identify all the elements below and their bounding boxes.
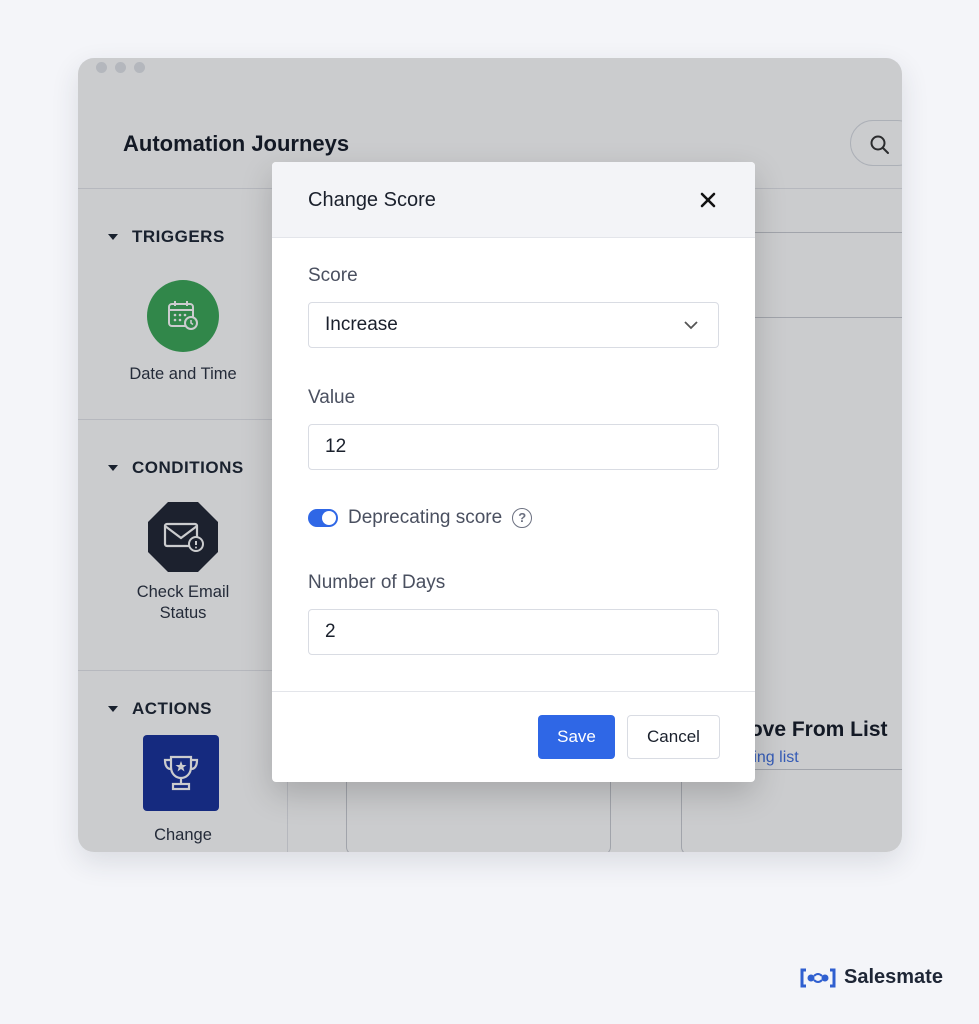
deprecating-score-label: Deprecating score: [348, 507, 503, 528]
deprecating-score-toggle[interactable]: [308, 509, 338, 527]
score-select[interactable]: Increase: [308, 302, 719, 348]
caret-down-icon: [108, 234, 118, 240]
dialog-footer-divider: [272, 691, 755, 692]
search-icon: [870, 135, 889, 154]
close-icon: [700, 192, 716, 208]
trophy-icon[interactable]: [143, 735, 219, 811]
search-button[interactable]: [850, 120, 902, 166]
sidebar-section-actions: ACTIONS Change: [78, 671, 288, 852]
salesmate-logo-icon: [800, 968, 836, 987]
chevron-down-icon: [684, 321, 698, 330]
sidebar-section-conditions: CONDITIONS Check Email Status: [78, 420, 288, 671]
node-title-remove-from-list: nove From List: [737, 718, 888, 741]
dialog-title: Change Score: [308, 189, 436, 211]
sidebar-item-date-and-time: Date and Time: [129, 365, 237, 383]
section-title: TRIGGERS: [132, 227, 225, 246]
dialog-header: Change Score: [272, 162, 755, 238]
deprecating-score-row: Deprecating score ?: [308, 507, 533, 529]
help-icon[interactable]: ?: [512, 508, 533, 528]
caret-down-icon: [108, 706, 118, 712]
save-button[interactable]: Save: [538, 715, 615, 759]
value-label: Value: [308, 387, 356, 408]
section-header-conditions[interactable]: CONDITIONS: [108, 458, 244, 478]
email-status-icon[interactable]: [146, 500, 220, 574]
calendar-clock-icon[interactable]: [147, 280, 219, 352]
days-label: Number of Days: [308, 572, 446, 593]
section-title: ACTIONS: [132, 699, 212, 718]
sidebar-item-change: Change: [154, 826, 212, 844]
score-select-value: Increase: [325, 314, 398, 335]
value-input[interactable]: [308, 424, 719, 470]
section-header-actions[interactable]: ACTIONS: [108, 699, 212, 719]
close-button[interactable]: [696, 188, 720, 212]
toggle-knob: [322, 511, 336, 525]
score-label: Score: [308, 265, 358, 286]
caret-down-icon: [108, 465, 118, 471]
section-title: CONDITIONS: [132, 458, 244, 477]
section-header-triggers[interactable]: TRIGGERS: [108, 227, 225, 247]
sidebar: TRIGGERS Date and Time CONDITIONS Check …: [78, 189, 288, 852]
brand-name: Salesmate: [844, 966, 943, 988]
page-title: Automation Journeys: [123, 131, 350, 156]
brand-footer: Salesmate: [800, 966, 943, 989]
cancel-button[interactable]: Cancel: [627, 715, 720, 759]
days-input[interactable]: [308, 609, 719, 655]
change-score-dialog: Change Score Score Increase Value Deprec…: [272, 162, 755, 782]
sidebar-item-check-email-status: Check Email Status: [136, 583, 230, 622]
sidebar-section-triggers: TRIGGERS Date and Time: [78, 189, 288, 420]
